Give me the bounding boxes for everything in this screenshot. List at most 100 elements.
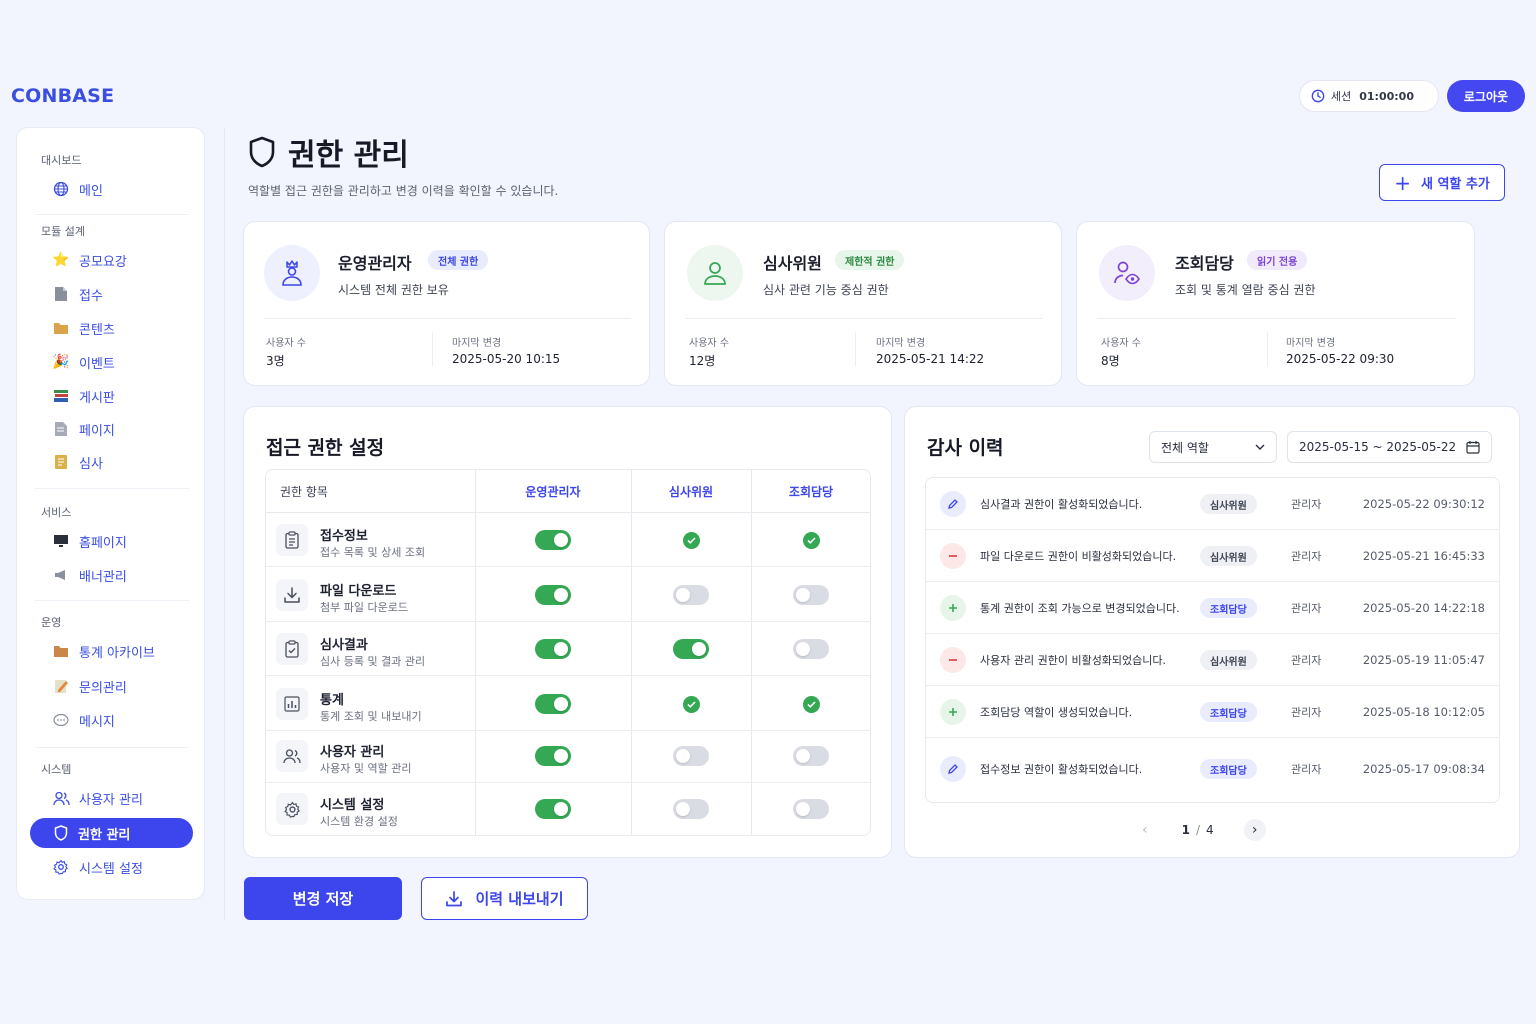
next-page-icon[interactable]: › bbox=[1243, 819, 1266, 841]
save-changes-button[interactable]: 변경 저장 bbox=[244, 877, 402, 920]
prev-page-icon[interactable]: ‹ bbox=[1142, 822, 1148, 838]
sidebar-item-message[interactable]: 메시지 bbox=[51, 706, 115, 734]
divider bbox=[264, 318, 631, 319]
sidebar-item-submission[interactable]: 접수 bbox=[51, 280, 103, 308]
sidebar: 대시보드 메인 모듈 설계 ⭐ 공모요강 접수 콘텐츠 🎉 이벤트 게시판 페이지 … bbox=[16, 127, 205, 900]
shield-icon bbox=[52, 824, 70, 842]
sidebar-item-inquiry[interactable]: 문의관리 bbox=[51, 672, 127, 700]
audit-time: 2025-05-19 11:05:47 bbox=[1362, 653, 1485, 667]
audit-entry[interactable]: 심사결과 권한이 활성화되었습니다. 심사위원 관리자 2025-05-22 0… bbox=[926, 478, 1499, 530]
sidebar-item-label: 배너관리 bbox=[79, 569, 127, 585]
sidebar-item-guidelines[interactable]: ⭐ 공모요강 bbox=[51, 246, 127, 274]
users-icon bbox=[51, 788, 71, 808]
sidebar-item-label: 게시판 bbox=[79, 390, 115, 406]
permission-toggle[interactable] bbox=[793, 585, 829, 605]
divider bbox=[685, 318, 1043, 319]
panel-title: 감사 이력 bbox=[927, 437, 1004, 459]
audit-entry[interactable]: 조회담당 역할이 생성되었습니다. 조회담당 관리자 2025-05-18 10… bbox=[926, 686, 1499, 738]
sidebar-item-main[interactable]: 메인 bbox=[51, 175, 103, 203]
permission-toggle[interactable] bbox=[535, 530, 571, 550]
sidebar-item-label: 심사 bbox=[79, 456, 103, 472]
sidebar-item-label: 권한 관리 bbox=[78, 827, 131, 843]
permission-toggle[interactable] bbox=[535, 746, 571, 766]
date-range-value: 2025-05-15 ~ 2025-05-22 bbox=[1299, 440, 1457, 454]
check-icon bbox=[682, 695, 700, 713]
permission-toggle[interactable] bbox=[535, 694, 571, 714]
plus-icon: + bbox=[1394, 170, 1411, 195]
permission-toggle[interactable] bbox=[673, 639, 709, 659]
column-header[interactable]: 조회담당 bbox=[751, 470, 870, 513]
permission-row: 사용자 관리 사용자 및 역할 관리 bbox=[266, 729, 870, 783]
permission-cell bbox=[751, 568, 870, 622]
sidebar-section-service: 서비스 bbox=[41, 506, 72, 519]
role-filter-value: 전체 역할 bbox=[1161, 440, 1209, 455]
audit-entry[interactable]: 통계 권한이 조회 가능으로 변경되었습니다. 조회담당 관리자 2025-05… bbox=[926, 582, 1499, 634]
audit-entry[interactable]: 파일 다운로드 권한이 비활성화되었습니다. 심사위원 관리자 2025-05-… bbox=[926, 530, 1499, 582]
divider bbox=[1097, 318, 1456, 319]
permission-cell bbox=[631, 729, 751, 783]
clock-icon bbox=[1311, 89, 1325, 103]
sidebar-item-page[interactable]: 페이지 bbox=[51, 415, 115, 443]
minus-icon bbox=[940, 543, 966, 569]
monitor-icon bbox=[51, 531, 71, 551]
column-header[interactable]: 운영관리자 bbox=[475, 470, 631, 513]
table-header: 권한 항목 운영관리자 심사위원 조회담당 bbox=[266, 470, 870, 513]
sidebar-item-contents[interactable]: 콘텐츠 bbox=[51, 314, 115, 342]
role-card-admin[interactable]: 운영관리자 전체 권한 시스템 전체 권한 보유 사용자 수 3명 마지막 변경… bbox=[243, 221, 650, 386]
sidebar-item-label: 콘텐츠 bbox=[79, 322, 115, 338]
user-count-label: 사용자 수 bbox=[1101, 338, 1141, 349]
speech-bubble-icon bbox=[51, 710, 71, 730]
add-role-button[interactable]: + 새 역할 추가 bbox=[1379, 164, 1505, 201]
audit-list: 심사결과 권한이 활성화되었습니다. 심사위원 관리자 2025-05-22 0… bbox=[925, 477, 1500, 803]
panel-title: 접근 권한 설정 bbox=[266, 437, 385, 459]
role-card-viewer[interactable]: 조회담당 읽기 전용 조회 및 통계 열람 중심 권한 사용자 수 8명 마지막… bbox=[1076, 221, 1475, 386]
audit-entry[interactable]: 접수정보 권한이 활성화되었습니다. 조회담당 관리자 2025-05-17 0… bbox=[926, 738, 1499, 802]
export-label: 이력 내보내기 bbox=[475, 890, 564, 908]
date-range-picker[interactable]: 2025-05-15 ~ 2025-05-22 bbox=[1287, 431, 1492, 463]
audit-entry[interactable]: 사용자 관리 권한이 비활성화되었습니다. 심사위원 관리자 2025-05-1… bbox=[926, 634, 1499, 686]
sidebar-item-label: 접수 bbox=[79, 288, 103, 304]
sidebar-item-users[interactable]: 사용자 관리 bbox=[51, 784, 143, 812]
permission-toggle[interactable] bbox=[793, 799, 829, 819]
role-card-reviewer[interactable]: 심사위원 제한적 권한 심사 관련 기능 중심 권한 사용자 수 12명 마지막… bbox=[664, 221, 1062, 386]
permission-toggle[interactable] bbox=[673, 746, 709, 766]
last-changed-label: 마지막 변경 bbox=[876, 338, 926, 349]
sidebar-item-banner[interactable]: 배너관리 bbox=[51, 561, 127, 589]
sidebar-section-system: 시스템 bbox=[41, 763, 72, 776]
permission-toggle[interactable] bbox=[673, 799, 709, 819]
download-icon bbox=[276, 579, 308, 611]
column-header[interactable]: 심사위원 bbox=[631, 470, 751, 513]
folder-icon bbox=[51, 318, 71, 338]
divider bbox=[35, 214, 189, 215]
sidebar-item-event[interactable]: 🎉 이벤트 bbox=[51, 348, 115, 376]
sidebar-item-system-settings[interactable]: 시스템 설정 bbox=[51, 853, 143, 881]
crown-user-icon bbox=[264, 245, 320, 301]
permission-toggle[interactable] bbox=[793, 746, 829, 766]
sidebar-item-stats-archive[interactable]: 통계 아카이브 bbox=[51, 637, 155, 665]
sidebar-item-review[interactable]: 심사 bbox=[51, 448, 103, 476]
sidebar-item-board[interactable]: 게시판 bbox=[51, 382, 115, 410]
permission-toggle[interactable] bbox=[535, 585, 571, 605]
permission-row: 접수정보 접수 목록 및 상세 조회 bbox=[266, 513, 870, 567]
permission-toggle[interactable] bbox=[535, 799, 571, 819]
sidebar-item-label: 문의관리 bbox=[79, 680, 127, 696]
plus-icon bbox=[940, 699, 966, 725]
permission-cell bbox=[631, 677, 751, 731]
permission-name: 사용자 관리 bbox=[320, 745, 385, 760]
permission-cell bbox=[631, 568, 751, 622]
audit-user: 관리자 bbox=[1291, 706, 1322, 719]
last-changed: 2025-05-22 09:30 bbox=[1286, 352, 1395, 366]
current-page: 1 bbox=[1181, 823, 1190, 837]
audit-time: 2025-05-20 14:22:18 bbox=[1362, 601, 1485, 615]
logout-button[interactable]: 로그아웃 bbox=[1447, 80, 1525, 112]
permission-toggle[interactable] bbox=[793, 639, 829, 659]
app-logo[interactable]: CONBASE bbox=[11, 85, 114, 107]
permission-cell bbox=[475, 782, 631, 835]
sidebar-item-homepage[interactable]: 홈페이지 bbox=[51, 527, 127, 555]
permission-toggle[interactable] bbox=[673, 585, 709, 605]
export-history-button[interactable]: 이력 내보내기 bbox=[421, 877, 588, 920]
permission-toggle[interactable] bbox=[535, 639, 571, 659]
books-icon bbox=[51, 386, 71, 406]
role-filter-select[interactable]: 전체 역할 bbox=[1149, 431, 1277, 463]
sidebar-item-permissions[interactable]: 권한 관리 bbox=[30, 818, 193, 848]
